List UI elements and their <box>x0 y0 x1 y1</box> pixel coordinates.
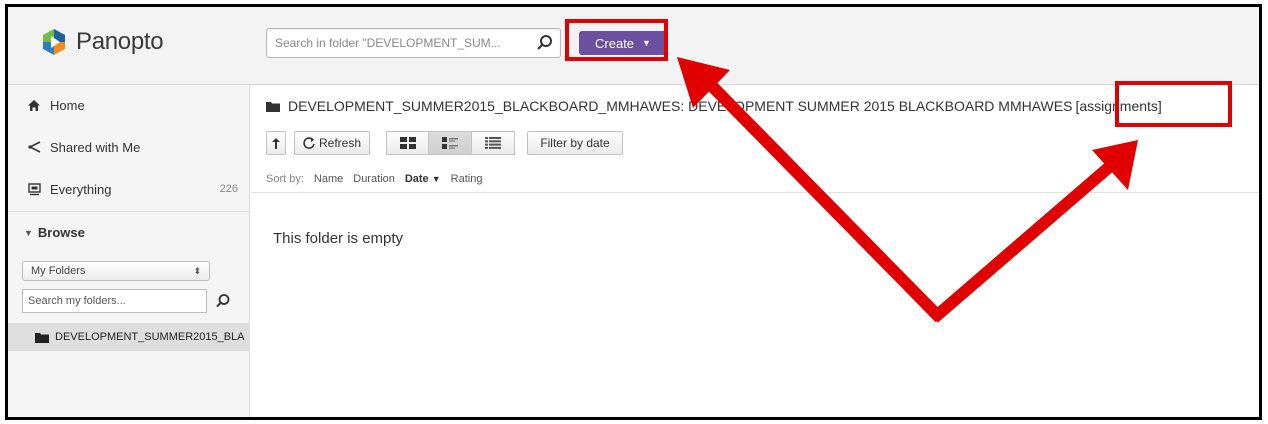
sort-by-duration[interactable]: Duration <box>353 173 395 185</box>
sidebar-item-home[interactable]: Home <box>8 85 250 125</box>
annotation-box-create <box>565 19 668 61</box>
detail-view-icon <box>442 137 458 149</box>
refresh-button-label: Refresh <box>318 136 362 150</box>
folder-title: DEVELOPMENT_SUMMER2015_BLACKBOARD_MMHAWE… <box>266 98 1162 114</box>
sort-by-name[interactable]: Name <box>314 173 343 185</box>
panopto-logo[interactable]: Panopto <box>38 26 164 58</box>
logo-wordmark: Panopto <box>76 28 164 55</box>
sidebar-item-label: Shared with Me <box>50 139 141 155</box>
folder-icon <box>35 332 49 343</box>
folder-tree-item[interactable]: DEVELOPMENT_SUMMER2015_BLA <box>8 323 250 351</box>
detail-view-button[interactable] <box>429 131 472 155</box>
sort-bar: Sort by: Name Duration Date ▼ Rating <box>266 173 482 185</box>
arrow-up-icon <box>272 137 280 149</box>
sidebar-item-everything[interactable]: Everything 226 <box>8 169 250 209</box>
annotation-box-assignments <box>1115 81 1232 127</box>
sort-by-rating[interactable]: Rating <box>451 173 483 185</box>
thumbnail-view-button[interactable] <box>386 131 429 155</box>
list-view-button[interactable] <box>472 131 515 155</box>
list-view-icon <box>485 137 501 149</box>
sort-desc-icon: ▼ <box>431 174 441 184</box>
browse-heading: Browse <box>37 225 85 240</box>
sort-by-date[interactable]: Date ▼ <box>405 173 441 185</box>
sort-prefix: Sort by: <box>266 173 304 185</box>
share-icon <box>26 141 42 153</box>
everything-count: 226 <box>219 183 238 195</box>
panopto-logo-icon <box>43 29 65 55</box>
caret-down-icon: ▼ <box>24 227 33 238</box>
home-icon <box>26 99 42 111</box>
filter-by-date-label: Filter by date <box>540 136 610 150</box>
folder-search-box <box>266 28 561 58</box>
folder-scope-value: My Folders <box>31 265 86 277</box>
sort-by-date-label: Date <box>404 173 429 185</box>
folder-search-field <box>22 289 207 313</box>
select-arrows-icon: ⬍ <box>193 265 201 276</box>
refresh-icon <box>303 137 315 149</box>
main-content: DEVELOPMENT_SUMMER2015_BLACKBOARD_MMHAWE… <box>251 85 1259 417</box>
sidebar-item-label: Everything <box>50 181 112 197</box>
folder-scope-select[interactable]: My Folders ⬍ <box>22 261 210 281</box>
view-mode-group <box>386 131 515 155</box>
folder-search-input[interactable] <box>267 29 529 57</box>
screenshot-frame: Panopto Create ▼ Home Shared with Me <box>5 4 1262 420</box>
folder-tree-item-label: DEVELOPMENT_SUMMER2015_BLA <box>55 331 245 343</box>
search-icon[interactable] <box>215 293 231 309</box>
parent-folder-button[interactable] <box>266 131 286 155</box>
empty-folder-message: This folder is empty <box>273 230 404 247</box>
folder-toolbar: Refresh Filter by date <box>266 131 623 155</box>
filter-by-date-button[interactable]: Filter by date <box>527 131 623 155</box>
everything-icon <box>26 182 42 196</box>
browse-toggle[interactable]: ▼ Browse <box>24 225 85 240</box>
sidebar: Home Shared with Me Everything 226 ▼ Bro… <box>8 85 250 417</box>
sort-divider <box>251 192 1259 193</box>
sidebar-item-label: Home <box>50 97 85 113</box>
search-icon[interactable] <box>536 34 554 52</box>
folder-title-text: DEVELOPMENT_SUMMER2015_BLACKBOARD_MMHAWE… <box>288 98 1073 114</box>
refresh-button[interactable]: Refresh <box>294 131 370 155</box>
my-folders-search-input[interactable] <box>23 290 206 312</box>
sidebar-divider <box>8 211 250 212</box>
sidebar-item-shared[interactable]: Shared with Me <box>8 127 250 167</box>
grid-view-icon <box>399 137 416 149</box>
folder-icon <box>266 101 280 112</box>
